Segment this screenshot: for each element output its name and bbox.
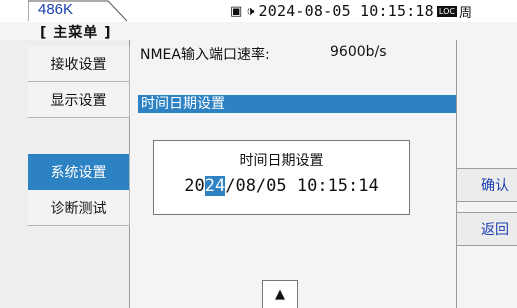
up-arrow-icon: ▲ — [275, 287, 285, 302]
datetime-dialog: 时间日期设置 2024/08/05 10:15:14 — [153, 140, 410, 215]
weekday-label: 周 — [458, 5, 472, 21]
datetime-readout: 2024-08-05 10:15:18 — [258, 2, 434, 20]
nmea-rate-value: 9600b/s — [330, 44, 387, 60]
confirm-button[interactable]: 确认 — [457, 168, 517, 202]
menu-item-diagnostics[interactable]: 诊断测试 — [28, 190, 130, 226]
status-indicators: ▣ 🕩 2024-08-05 10:15:18 LOC 周 — [230, 0, 472, 22]
left-menu: 接收设置 显示设置 系统设置 诊断测试 — [28, 40, 130, 308]
device-tab[interactable]: 486K — [28, 0, 128, 22]
device-model-label: 486K — [38, 1, 74, 18]
dialog-title: 时间日期设置 — [239, 153, 324, 169]
status-bar: 486K ▣ 🕩 2024-08-05 10:15:18 LOC 周 — [0, 0, 517, 22]
nmea-rate-row[interactable]: NMEA输入端口速率: 9600b/s — [140, 44, 456, 63]
menu-item-receive-settings[interactable]: 接收设置 — [28, 46, 130, 82]
datetime-editor[interactable]: 2024/08/05 10:15:14 — [154, 176, 409, 196]
nmea-rate-label: NMEA输入端口速率: — [140, 47, 270, 63]
menu-title-bar: [ 主菜单 ] — [0, 22, 517, 41]
datetime-rest: /08/05 10:15:14 — [225, 176, 379, 196]
year-prefix: 20 — [184, 176, 205, 196]
main-menu-title: [ 主菜单 ] — [40, 25, 112, 41]
menu-item-system-settings[interactable]: 系统设置 — [28, 154, 130, 190]
softkey-panel: 确认 返回 — [456, 40, 517, 308]
year-cursor-digits[interactable]: 24 — [204, 176, 226, 196]
scroll-up-button[interactable]: ▲ — [262, 280, 298, 308]
menu-item-display-settings[interactable]: 显示设置 — [28, 82, 130, 118]
datetime-setting-row[interactable]: 时间日期设置 — [138, 95, 456, 113]
loc-badge: LOC — [436, 5, 457, 17]
speaker-icon: 🕩 — [246, 3, 255, 19]
back-button[interactable]: 返回 — [457, 212, 517, 246]
display-icon: ▣ — [230, 3, 243, 19]
